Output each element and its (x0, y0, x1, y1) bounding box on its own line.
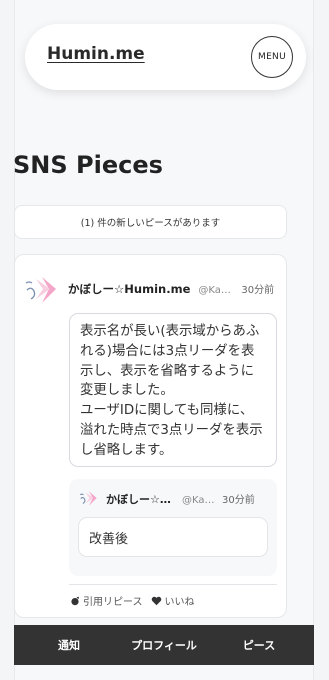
requote-button[interactable]: 引用リピース (70, 593, 143, 608)
requote-label: 引用リピース (83, 597, 143, 608)
nav-profile[interactable]: プロフィール (124, 637, 204, 653)
page-title: SNS Pieces (13, 151, 163, 179)
nav-pieces[interactable]: ピース (204, 637, 314, 653)
post-display-name[interactable]: かぼしー☆Humin.me (68, 281, 190, 297)
post-actions: 引用リピース いいね (70, 593, 195, 608)
post-body-line: し省略します。 (80, 442, 173, 458)
quoted-user-id[interactable]: @Kabocy (182, 495, 220, 506)
like-label: いいね (164, 597, 195, 608)
post-body-line: れる)場合には3点リーダを表 (80, 343, 255, 359)
post-body: 表示名が長い(表示域からあふ れる)場合には3点リーダを表 示し、表示を省略する… (69, 313, 277, 467)
post-divider (69, 584, 277, 585)
menu-button[interactable]: MENU (251, 36, 293, 78)
quoted-timestamp: 30分前 (222, 495, 255, 506)
quoted-post[interactable]: かぼしー☆Humin.me @Kabocy 30分前 改善後 (69, 479, 277, 576)
post-body-line: 表示名が長い(表示域からあふ (80, 324, 260, 339)
post-body-line: ユーザIDに関しても同様に、 (80, 403, 254, 419)
quoted-header: かぼしー☆Humin.me @Kabocy 30分前 (106, 491, 273, 507)
nav-notifications[interactable]: 通知 (14, 637, 124, 653)
quoted-display-name[interactable]: かぼしー☆Humin.me (106, 491, 174, 507)
post-timestamp: 30分前 (241, 285, 275, 296)
requote-icon (71, 596, 79, 605)
post-body-line: 示し、表示を省略するように (80, 363, 255, 379)
site-logo[interactable]: Humin.me (47, 44, 145, 64)
like-button[interactable]: いいね (151, 593, 195, 608)
quoted-body: 改善後 (78, 517, 268, 557)
heart-icon (151, 596, 161, 605)
post-user-id[interactable]: @Kabocy (198, 285, 236, 296)
post-body-line: 変更しました。 (80, 383, 174, 399)
post-body-line: 溢れた時点で3点リーダを表示 (80, 422, 263, 438)
avatar-icon[interactable] (22, 269, 62, 309)
quoted-avatar-icon[interactable] (78, 487, 100, 509)
post-header: かぼしー☆Humin.me @Kabocy 30分前 (68, 281, 284, 297)
header: Humin.me MENU (25, 24, 306, 90)
bottom-nav: 通知 プロフィール ピース (14, 625, 314, 665)
new-pieces-notice[interactable]: (1) 件の新しいピースがあります (14, 205, 287, 239)
